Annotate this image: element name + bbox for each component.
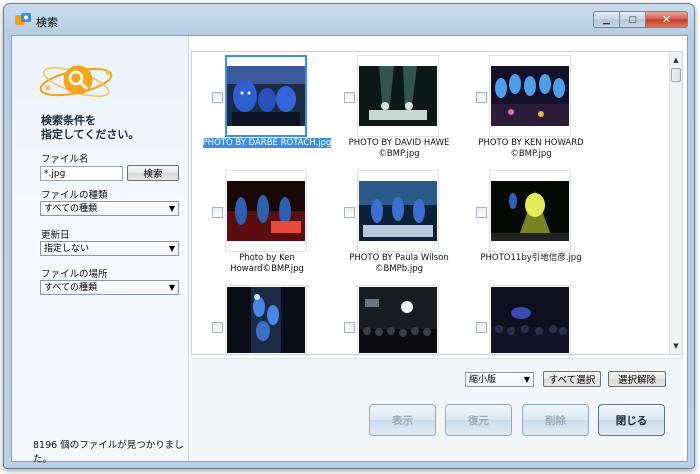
result-item[interactable]: PHOTO BY KEN HOWARD ©BMP.jpg bbox=[476, 55, 606, 167]
thumbnail-image bbox=[227, 287, 305, 353]
item-checkbox[interactable] bbox=[344, 207, 355, 218]
location-value: すべての種類 bbox=[44, 283, 98, 293]
item-caption-text: PHOTO BY Paula Wilson ©BMPb.jpg bbox=[349, 253, 449, 274]
item-caption-text: PHOTO BY KEN HOWARD ©BMP.jpg bbox=[478, 138, 584, 159]
restore-button[interactable]: 復元 bbox=[445, 404, 512, 436]
thumbnail-image bbox=[227, 181, 305, 241]
window-title: 検索 bbox=[36, 16, 58, 29]
filetype-value: すべての種類 bbox=[44, 204, 98, 214]
updated-value: 指定しない bbox=[44, 244, 90, 254]
view-mode-select[interactable]: 縮小版 ▼ bbox=[465, 372, 534, 387]
item-checkbox[interactable] bbox=[212, 322, 223, 333]
result-count-status: 8196 個のファイルが見つかりました。 bbox=[33, 440, 184, 465]
thumbnail-image bbox=[359, 287, 437, 353]
thumbnail-frame[interactable] bbox=[357, 170, 439, 252]
location-label: ファイルの場所 bbox=[41, 269, 108, 280]
minimize-button[interactable]: ▁ bbox=[593, 11, 619, 28]
maximize-button[interactable]: ▢ bbox=[619, 11, 645, 28]
item-caption: PHOTO BY DAVID HAWE ©BMP.jpg bbox=[334, 138, 464, 160]
item-caption-text: Photo by Ken Howard©BMP.jpg bbox=[230, 253, 304, 274]
window-controls: ▁ ▢ ✕ bbox=[593, 11, 688, 28]
search-conditions-panel: 検索条件を 指定してください。 ファイル名 *.jpg 検索 ファイルの種類 す… bbox=[12, 36, 189, 465]
item-checkbox[interactable] bbox=[212, 207, 223, 218]
dropdown-arrow-icon: ▼ bbox=[168, 283, 175, 292]
item-checkbox[interactable] bbox=[476, 207, 487, 218]
location-select[interactable]: すべての種類 ▼ bbox=[40, 280, 179, 295]
item-checkbox[interactable] bbox=[476, 322, 487, 333]
thumbnail-frame[interactable] bbox=[357, 285, 439, 354]
scroll-up-icon[interactable]: ▲ bbox=[670, 54, 682, 66]
filetype-select[interactable]: すべての種類 ▼ bbox=[40, 201, 179, 216]
results-scrollbar[interactable]: ▲ ▼ bbox=[669, 52, 682, 354]
result-item[interactable] bbox=[344, 285, 474, 354]
close-window-button[interactable]: ✕ bbox=[645, 11, 688, 28]
thumbnail-image bbox=[359, 181, 437, 241]
close-button[interactable]: 閉じる bbox=[598, 404, 665, 436]
thumbnail-frame[interactable] bbox=[489, 285, 571, 354]
select-all-button[interactable]: すべて選択 bbox=[543, 371, 601, 387]
item-caption: PHOTO BY KEN HOWARD ©BMP.jpg bbox=[466, 138, 596, 160]
filetype-label: ファイルの種類 bbox=[41, 190, 108, 201]
minimize-icon: ▁ bbox=[603, 14, 610, 25]
thumbnail-image bbox=[227, 66, 305, 126]
item-checkbox[interactable] bbox=[476, 92, 487, 103]
client-area: 検索条件を 指定してください。 ファイル名 *.jpg 検索 ファイルの種類 す… bbox=[11, 35, 688, 465]
result-item[interactable] bbox=[476, 285, 606, 354]
result-item[interactable]: PHOTO11by引地信彦.jpg bbox=[476, 170, 606, 282]
thumbnail-image bbox=[491, 287, 569, 353]
search-logo-icon bbox=[39, 65, 113, 97]
dropdown-arrow-icon: ▼ bbox=[168, 244, 175, 253]
thumbnail-image bbox=[491, 181, 569, 241]
view-mode-value: 縮小版 bbox=[469, 375, 497, 385]
item-caption: Photo by Ken Howard©BMP.jpg bbox=[202, 253, 332, 275]
updated-label: 更新日 bbox=[41, 230, 70, 241]
item-checkbox[interactable] bbox=[344, 322, 355, 333]
title-bar[interactable]: 検索 ▁ ▢ ✕ bbox=[4, 4, 694, 34]
show-button[interactable]: 表示 bbox=[369, 404, 436, 436]
item-caption-text: PHOTO BY DAVID HAWE ©BMP.jpg bbox=[348, 138, 450, 159]
app-icon bbox=[15, 13, 31, 25]
thumbnail-frame[interactable] bbox=[225, 55, 307, 137]
thumbnail-frame[interactable] bbox=[357, 55, 439, 137]
thumbnail-frame[interactable] bbox=[225, 285, 307, 354]
prompt-line-2: 指定してください。 bbox=[41, 128, 140, 141]
maximize-icon: ▢ bbox=[628, 14, 637, 25]
result-item[interactable]: PHOTO BY DAVID HAWE ©BMP.jpg bbox=[344, 55, 474, 167]
item-caption: PHOTO BY Paula Wilson ©BMPb.jpg bbox=[334, 253, 464, 275]
thumbnail-image bbox=[491, 66, 569, 126]
dropdown-arrow-icon: ▼ bbox=[168, 204, 175, 213]
search-window: 検索 ▁ ▢ ✕ 検索条件を 指定してください。 ファイル名 *.jpg 検索 … bbox=[3, 3, 695, 469]
dropdown-arrow-icon: ▼ bbox=[523, 375, 530, 384]
filename-label: ファイル名 bbox=[41, 154, 89, 165]
results-grid[interactable]: PHOTO BY DARBE ROTACH.jpg PHOTO BY DAVID… bbox=[191, 51, 683, 355]
action-area: 縮小版 ▼ すべて選択 選択解除 表示 復元 削除 閉じる bbox=[191, 358, 683, 461]
search-button[interactable]: 検索 bbox=[127, 165, 179, 181]
thumbnail-frame[interactable] bbox=[489, 170, 571, 252]
item-caption: PHOTO BY DARBE ROTACH.jpg bbox=[202, 138, 332, 149]
item-caption-text: PHOTO11by引地信彦.jpg bbox=[480, 253, 582, 263]
close-icon: ✕ bbox=[661, 13, 672, 26]
updated-select[interactable]: 指定しない ▼ bbox=[40, 241, 179, 256]
item-caption: PHOTO11by引地信彦.jpg bbox=[466, 253, 596, 264]
item-caption-text: PHOTO BY DARBE ROTACH.jpg bbox=[202, 138, 332, 148]
thumbnail-frame[interactable] bbox=[225, 170, 307, 252]
item-checkbox[interactable] bbox=[212, 92, 223, 103]
delete-button[interactable]: 削除 bbox=[522, 404, 589, 436]
result-item[interactable]: PHOTO BY DARBE ROTACH.jpg bbox=[202, 55, 342, 167]
item-checkbox[interactable] bbox=[344, 92, 355, 103]
prompt-line-1: 検索条件を bbox=[41, 114, 96, 127]
scroll-down-icon[interactable]: ▼ bbox=[670, 340, 682, 352]
result-item[interactable]: PHOTO BY Paula Wilson ©BMPb.jpg bbox=[344, 170, 474, 282]
result-item[interactable]: Photo by Ken Howard©BMP.jpg bbox=[212, 170, 342, 282]
result-item[interactable] bbox=[212, 285, 342, 354]
scroll-thumb[interactable] bbox=[671, 68, 681, 82]
thumbnail-frame[interactable] bbox=[489, 55, 571, 137]
search-prompt: 検索条件を 指定してください。 bbox=[41, 114, 139, 142]
thumbnail-image bbox=[359, 66, 437, 126]
deselect-all-button[interactable]: 選択解除 bbox=[608, 371, 666, 387]
filename-input[interactable]: *.jpg bbox=[40, 166, 123, 181]
